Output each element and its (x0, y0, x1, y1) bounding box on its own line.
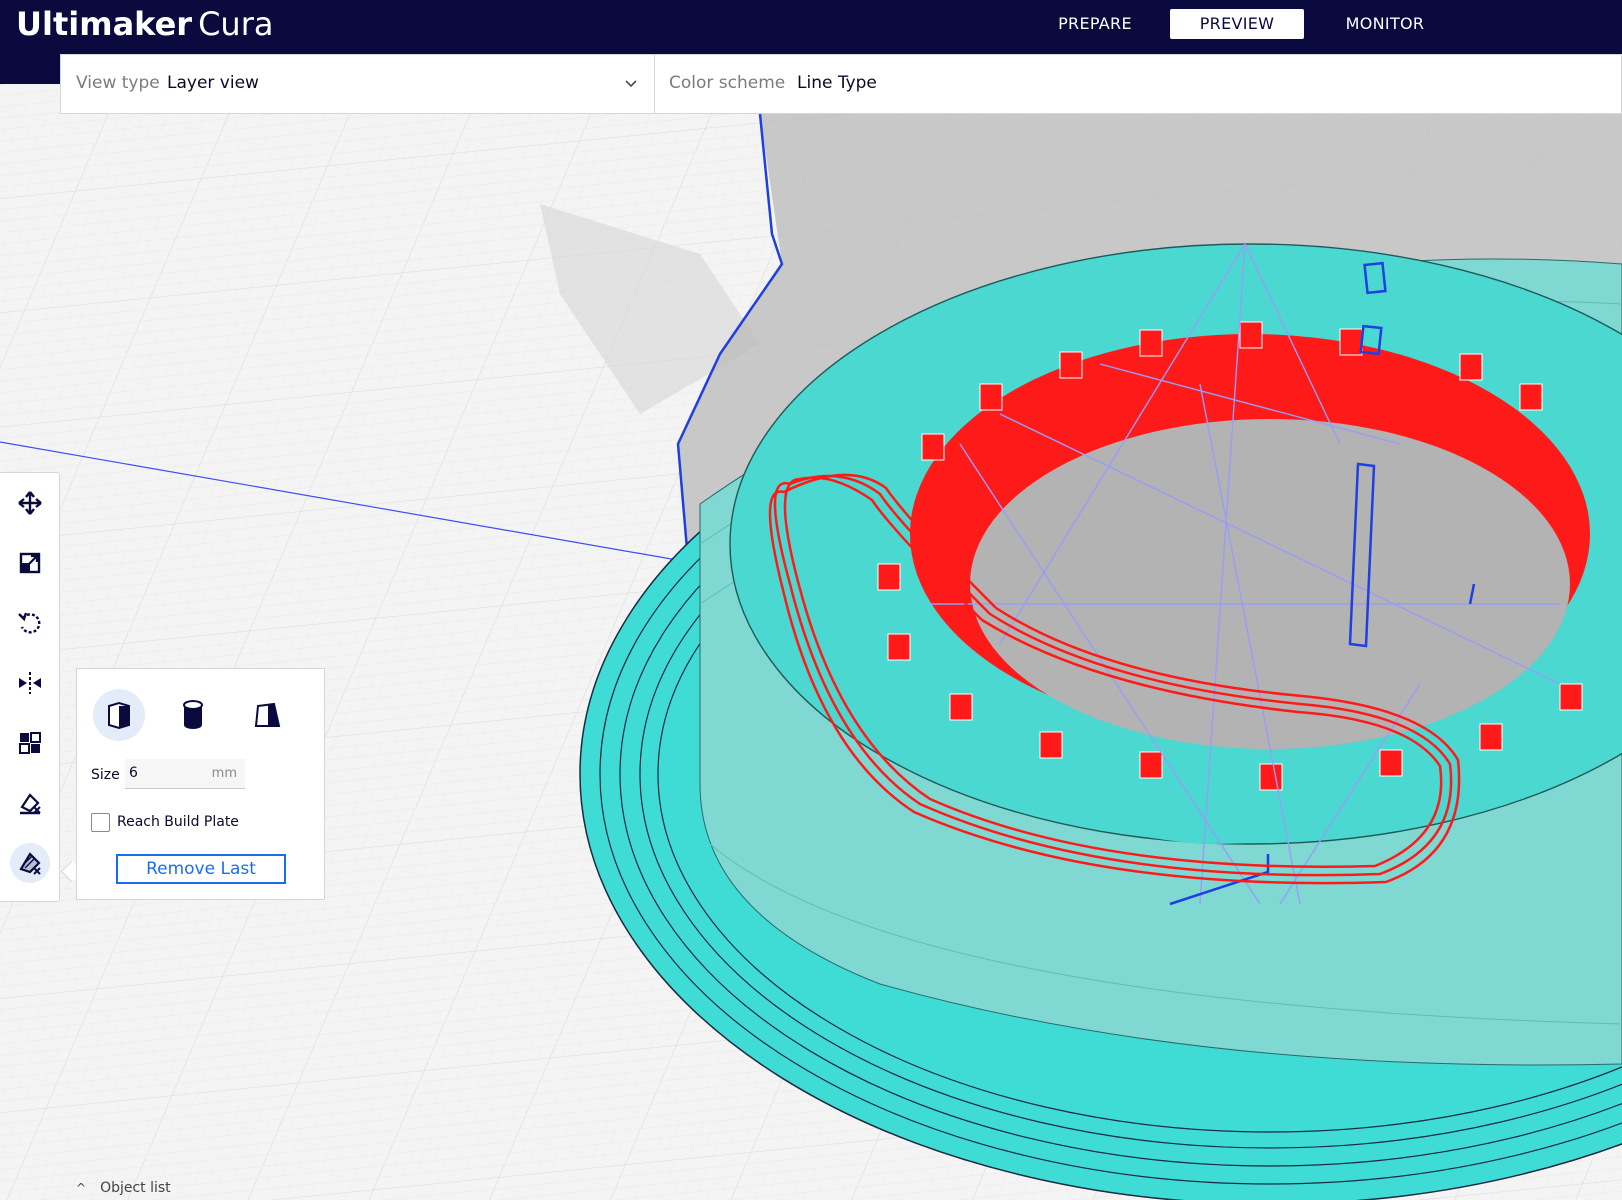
view-settings-bar: View type Layer view Color scheme Line T… (60, 54, 1622, 114)
object-list-label: Object list (100, 1180, 171, 1196)
logo-brand: Ultimaker (16, 5, 193, 43)
rotate-icon (18, 612, 41, 634)
mirror-icon (19, 672, 41, 694)
remove-last-button[interactable]: Remove Last (116, 854, 286, 884)
cylinder-shape-button[interactable] (167, 689, 219, 741)
per-model-settings-icon (19, 732, 41, 754)
support-blocker-button[interactable] (10, 783, 50, 823)
view-type-dropdown[interactable]: Layer view (167, 73, 259, 93)
cylinder-icon (183, 700, 203, 729)
support-blocker-icon (20, 793, 41, 815)
view-type-label: View type (76, 73, 160, 93)
cube-icon (108, 701, 130, 730)
color-scheme-dropdown[interactable]: Line Type (797, 73, 877, 93)
scale-tool-button[interactable] (10, 543, 50, 583)
tab-prepare[interactable]: PREPARE (1020, 9, 1170, 39)
move-icon (18, 491, 42, 515)
viewbar-divider (654, 55, 655, 113)
chevron-up-icon: ^ (76, 1181, 87, 1195)
size-value: 6 (129, 765, 138, 781)
size-unit: mm (211, 766, 237, 781)
scale-icon (19, 552, 41, 574)
size-input[interactable]: 6 mm (125, 759, 245, 789)
reach-build-plate-checkbox[interactable] (91, 813, 110, 832)
app-header: Ultimaker Cura PREPARE PREVIEW MONITOR (0, 0, 1622, 54)
support-eraser-button[interactable] (10, 843, 50, 883)
tab-monitor[interactable]: MONITOR (1310, 9, 1460, 39)
cube-shape-button[interactable] (93, 689, 145, 741)
support-blocker-panel: Size 6 mm Reach Build Plate Remove Last (76, 668, 325, 900)
custom-mesh-icon (254, 702, 281, 727)
tab-preview[interactable]: PREVIEW (1170, 9, 1304, 39)
3d-viewport[interactable] (0, 84, 1622, 1200)
header-notch (0, 54, 60, 84)
app-logo: Ultimaker Cura (16, 2, 273, 46)
reach-build-plate-label: Reach Build Plate (117, 814, 239, 830)
per-model-settings-button[interactable] (10, 723, 50, 763)
move-tool-button[interactable] (10, 483, 50, 523)
size-label: Size (91, 767, 120, 783)
object-list-toggle[interactable]: ^ Object list (76, 1180, 171, 1196)
custom-mesh-shape-button[interactable] (241, 689, 293, 741)
tool-panel (0, 472, 60, 902)
color-scheme-label: Color scheme (669, 73, 786, 93)
mirror-tool-button[interactable] (10, 663, 50, 703)
logo-product: Cura (198, 5, 274, 43)
rotate-tool-button[interactable] (10, 603, 50, 643)
chevron-down-icon[interactable] (623, 75, 639, 91)
support-eraser-icon (19, 852, 41, 875)
